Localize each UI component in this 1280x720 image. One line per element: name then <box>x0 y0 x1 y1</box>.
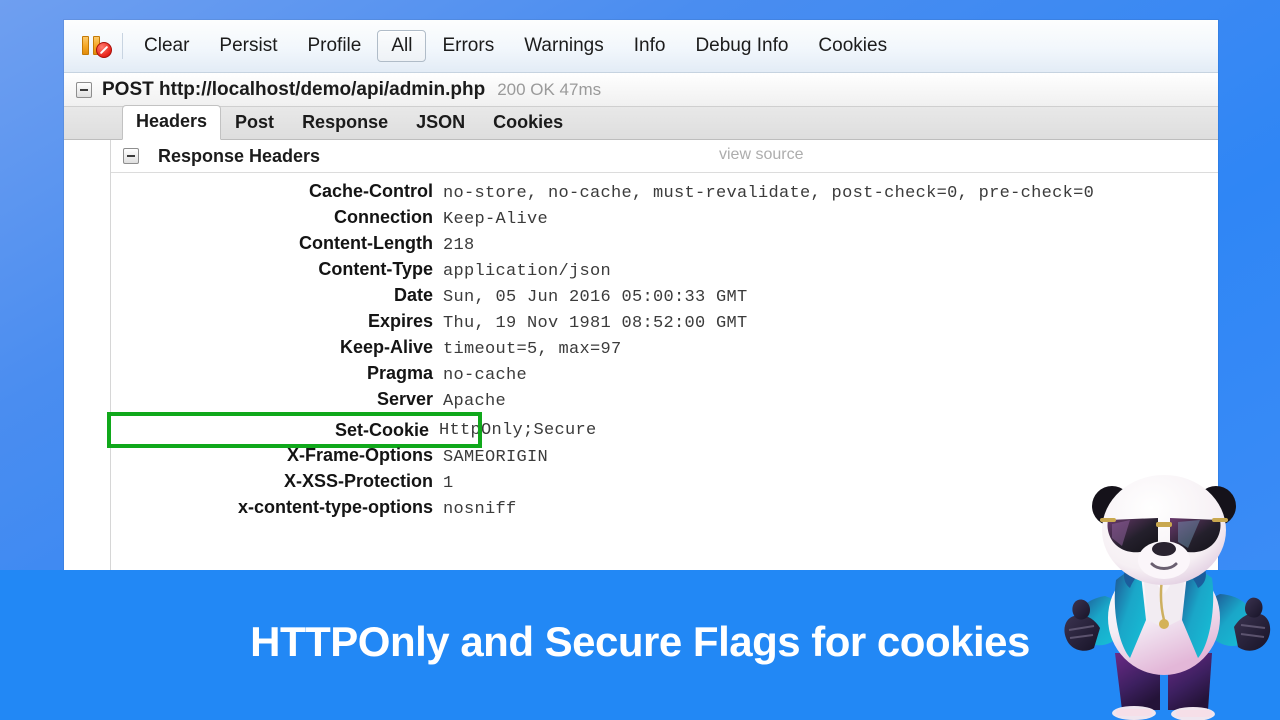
toolbar-button-profile[interactable]: Profile <box>293 30 375 63</box>
pause-bar-left <box>82 36 89 55</box>
devtools-panel: Clear Persist Profile All Errors Warning… <box>64 20 1218 572</box>
table-row: Content-Type application/json <box>111 259 1218 285</box>
toolbar-filter-cookies[interactable]: Cookies <box>804 30 901 63</box>
header-name: Content-Type <box>318 259 433 279</box>
header-name: x-content-type-options <box>238 497 433 517</box>
no-entry-badge-icon <box>96 42 112 58</box>
toolbar-filter-warnings[interactable]: Warnings <box>510 30 618 63</box>
header-name: Cache-Control <box>308 181 433 201</box>
toolbar-filter-all[interactable]: All <box>377 29 427 63</box>
toolbar-filter-info[interactable]: Info <box>620 30 680 63</box>
table-row: Expires Thu, 19 Nov 1981 08:52:00 GMT <box>111 311 1218 337</box>
response-headers-section-header[interactable]: Response Headers view source <box>111 140 1218 173</box>
table-row-set-cookie-highlighted: Set-Cookie HttpOnly;Secure <box>107 412 596 448</box>
section-collapse-twisty-icon[interactable] <box>123 148 139 164</box>
header-value: no-store, no-cache, must-revalidate, pos… <box>443 184 1095 203</box>
tab-json[interactable]: JSON <box>402 107 479 140</box>
toolbar-filter-debug-info[interactable]: Debug Info <box>681 30 802 63</box>
table-row: Content-Length 218 <box>111 233 1218 259</box>
page-root: Clear Persist Profile All Errors Warning… <box>0 0 1280 720</box>
tab-cookies[interactable]: Cookies <box>479 107 577 140</box>
table-row: Keep-Alive timeout=5, max=97 <box>111 337 1218 363</box>
header-value: SAMEORIGIN <box>443 448 549 467</box>
request-method-url: POST http://localhost/demo/api/admin.php <box>102 78 486 100</box>
header-value: nosniff <box>443 500 517 519</box>
view-source-link[interactable]: view source <box>719 146 803 164</box>
response-headers-table: Cache-Control no-store, no-cache, must-r… <box>107 173 1218 523</box>
table-row: Pragma no-cache <box>111 363 1218 389</box>
table-row: Connection Keep-Alive <box>111 207 1218 233</box>
header-name: Keep-Alive <box>339 337 433 357</box>
header-name: X-Frame-Options <box>286 445 433 465</box>
tab-response[interactable]: Response <box>288 107 402 140</box>
header-value: 218 <box>443 236 475 255</box>
headers-panel-inner: Response Headers view source Cache-Contr… <box>107 140 1218 572</box>
collapse-twisty-icon[interactable] <box>76 81 92 98</box>
header-value: no-cache <box>443 366 528 385</box>
header-value: HttpOnly;Secure <box>439 420 597 440</box>
tab-post[interactable]: Post <box>221 107 288 140</box>
header-name: X-XSS-Protection <box>283 471 433 491</box>
console-toolbar: Clear Persist Profile All Errors Warning… <box>64 20 1218 73</box>
table-row: Server Apache <box>111 389 1218 415</box>
toolbar-divider <box>122 33 123 59</box>
header-value: Sun, 05 Jun 2016 05:00:33 GMT <box>443 288 748 307</box>
table-row: Date Sun, 05 Jun 2016 05:00:33 GMT <box>111 285 1218 311</box>
header-value: Apache <box>443 392 507 411</box>
header-value: Keep-Alive <box>443 210 549 229</box>
section-title: Response Headers <box>158 145 321 166</box>
header-name: Server <box>376 389 433 409</box>
table-row: X-Frame-Options SAMEORIGIN <box>111 445 1218 471</box>
table-row: X-XSS-Protection 1 <box>111 471 1218 497</box>
header-value: Thu, 19 Nov 1981 08:52:00 GMT <box>443 314 748 333</box>
header-name: Connection <box>334 207 433 227</box>
panda-mascot-thumbs-up <box>1064 475 1271 720</box>
header-value: application/json <box>443 262 612 281</box>
toolbar-button-persist[interactable]: Persist <box>205 30 291 63</box>
header-name: Set-Cookie <box>334 419 429 440</box>
request-detail-tabs: Headers Post Response JSON Cookies <box>64 105 1218 140</box>
headers-panel: Response Headers view source Cache-Contr… <box>64 140 1218 572</box>
toolbar-filter-errors[interactable]: Errors <box>428 30 508 63</box>
header-value: 1 <box>443 474 454 493</box>
header-name: Content-Length <box>299 233 433 253</box>
panda-head <box>1092 475 1236 585</box>
header-name: Pragma <box>366 363 433 383</box>
pause-disabled-icon[interactable] <box>80 33 114 59</box>
table-row: x-content-type-options nosniff <box>111 497 1218 523</box>
header-value: timeout=5, max=97 <box>443 340 622 359</box>
header-name: Expires <box>367 311 433 331</box>
panda-nose <box>1152 542 1176 556</box>
header-name: Date <box>393 285 433 305</box>
request-status: 200 OK 47ms <box>497 79 602 99</box>
request-row[interactable]: POST http://localhost/demo/api/admin.php… <box>64 73 1218 107</box>
toolbar-button-clear[interactable]: Clear <box>130 30 203 63</box>
tab-headers[interactable]: Headers <box>122 105 222 140</box>
table-row: Cache-Control no-store, no-cache, must-r… <box>111 181 1218 207</box>
